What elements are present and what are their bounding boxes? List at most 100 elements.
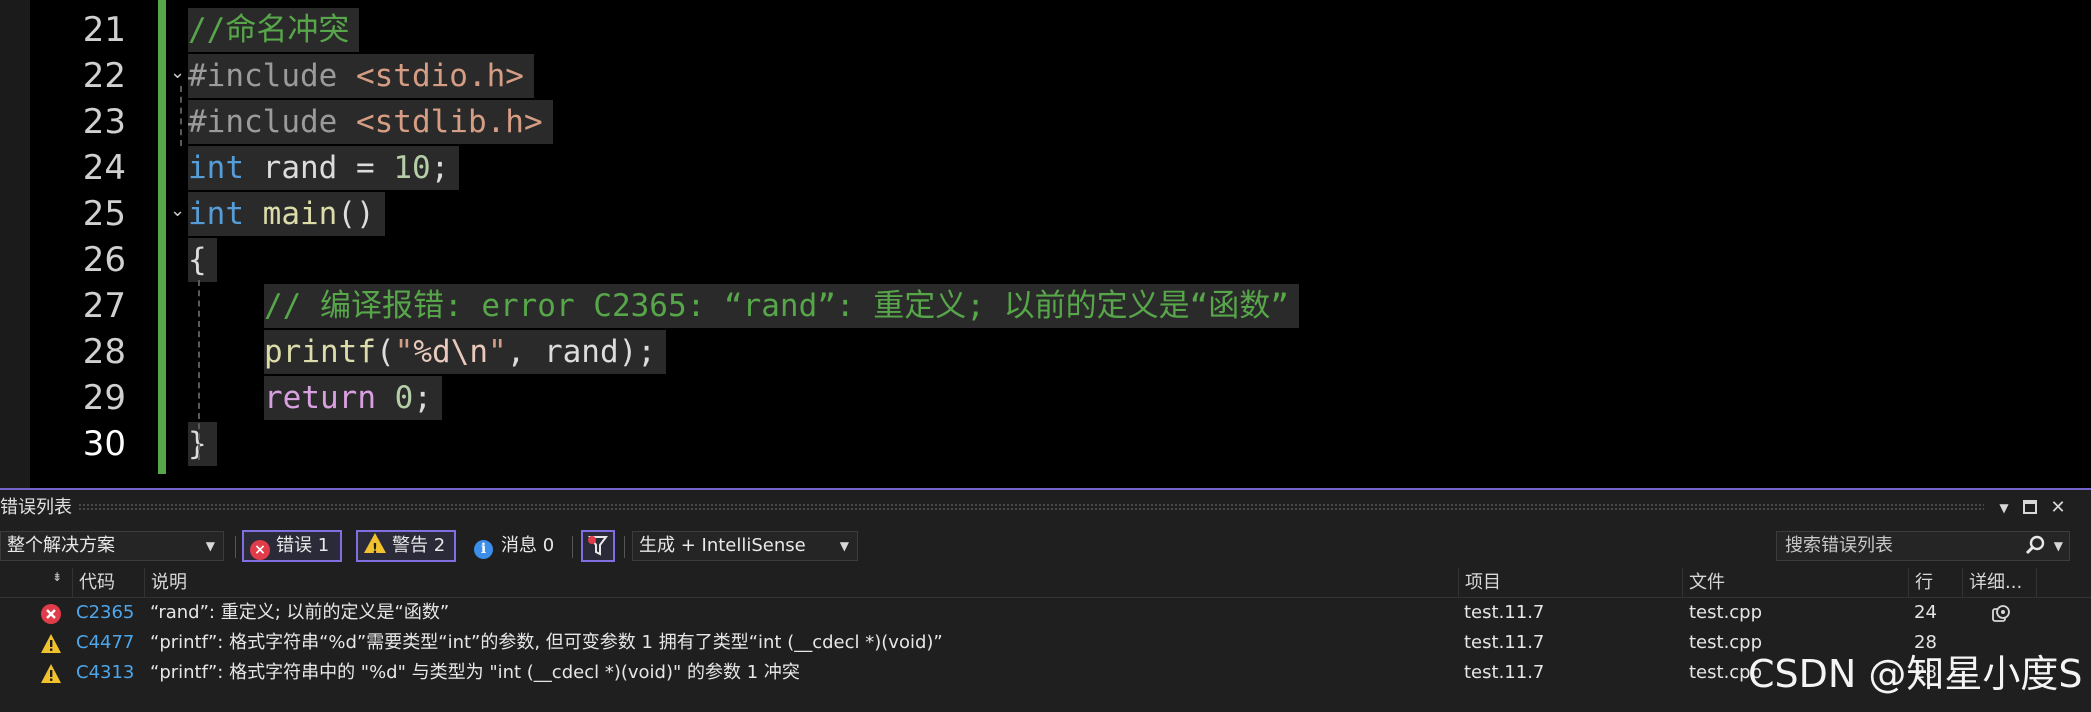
column-header-filler (2036, 568, 2091, 598)
warning-project: test.11.7 (1464, 662, 1545, 683)
code-token: <stdio.h> (355, 58, 524, 94)
error-code-link[interactable]: C2365 (76, 598, 134, 628)
error-icon (40, 603, 62, 629)
line-number: 23 (82, 102, 126, 142)
warning-code-link[interactable]: C4477 (76, 628, 134, 658)
fold-chevron-icon[interactable]: ⌄ (170, 63, 185, 83)
code-text[interactable]: return 0; (264, 376, 442, 420)
show-details-icon[interactable] (1990, 603, 2012, 629)
warning-icon (40, 663, 62, 689)
code-token: 10 (393, 150, 431, 186)
toolbar-separator (624, 536, 625, 558)
table-header: ⇟ 代码 说明 项目 文件 行 详细... (0, 568, 2091, 598)
code-line[interactable]: 26 { (0, 237, 2091, 283)
code-text[interactable]: printf("%d\n", rand); (264, 330, 666, 374)
build-filter-dropdown[interactable]: 生成 + IntelliSense ▼ (632, 531, 858, 561)
code-editor[interactable]: 21 //命名冲突 22 ⌄ #include <stdio.h> 23 #in… (0, 0, 2091, 488)
code-token: () (337, 196, 375, 232)
build-filter-value: 生成 + IntelliSense (639, 535, 806, 556)
code-line[interactable]: 23 #include <stdlib.h> (0, 99, 2091, 145)
filter-funnel-button[interactable] (581, 530, 615, 562)
code-line[interactable]: 21 //命名冲突 (0, 7, 2091, 53)
column-header-project[interactable]: 项目 (1458, 568, 1682, 598)
scope-dropdown[interactable]: 整个解决方案 ▼ (0, 531, 224, 561)
panel-title-bar[interactable]: 错误列表 ▼ ✕ (0, 490, 2091, 526)
code-text[interactable]: #include <stdlib.h> (188, 100, 553, 144)
code-token: { (188, 242, 207, 278)
column-header-line[interactable]: 行 (1908, 568, 1962, 598)
error-file: test.cpp (1689, 602, 1763, 623)
scope-guide (180, 86, 182, 146)
warnings-label: 警告 2 (392, 535, 446, 556)
line-number: 30 (82, 424, 126, 464)
code-text[interactable]: } (188, 422, 217, 466)
warning-project: test.11.7 (1464, 632, 1545, 653)
toolbar-separator (572, 536, 573, 558)
search-icon[interactable] (2025, 535, 2045, 564)
close-icon[interactable]: ✕ (2046, 496, 2070, 520)
code-line[interactable]: 22 ⌄ #include <stdio.h> (0, 53, 2091, 99)
code-token: %d\n (413, 334, 488, 370)
column-header-severity[interactable]: ⇟ (0, 568, 72, 598)
column-header-description[interactable]: 说明 (144, 568, 1458, 598)
scope-value: 整个解决方案 (7, 535, 115, 556)
code-line[interactable]: 30 } (0, 421, 2091, 467)
code-text[interactable]: { (188, 238, 217, 282)
code-token: printf (264, 334, 376, 370)
line-number: 21 (82, 10, 126, 50)
code-text[interactable]: int rand = 10; (188, 146, 460, 190)
warnings-filter-button[interactable]: 警告 2 (356, 530, 456, 564)
error-list-toolbar: 整个解决方案 ▼ × 错误 1 警告 2 i 消息 0 生成 + IntelliSe… (0, 526, 2091, 568)
code-text[interactable]: //命名冲突 (188, 8, 360, 52)
code-token: #include (188, 104, 356, 140)
line-number: 27 (82, 286, 126, 326)
warning-code-link[interactable]: C4313 (76, 658, 134, 688)
indent-guide (198, 280, 200, 460)
code-text[interactable]: int main() (188, 192, 385, 236)
warning-icon (40, 633, 62, 659)
code-line[interactable]: 29 return 0; (0, 375, 2091, 421)
code-token: " (487, 334, 507, 370)
funnel-icon (588, 536, 608, 556)
window-menu-icon[interactable]: ▼ (1992, 496, 2016, 520)
warning-description: “printf”: 格式字符串“%d”需要类型“int”的参数, 但可变参数 1… (150, 632, 943, 653)
column-header-code[interactable]: 代码 (72, 568, 144, 598)
column-header-details[interactable]: 详细... (1962, 568, 2036, 598)
code-line[interactable]: 27 // 编译报错: error C2365: “rand”: 重定义; 以前… (0, 283, 2091, 329)
code-token: " (394, 334, 414, 370)
errors-filter-button[interactable]: × 错误 1 (242, 530, 342, 562)
code-token: main (262, 196, 338, 232)
error-line: 24 (1914, 602, 1937, 623)
error-description: “rand”: 重定义; 以前的定义是“函数” (150, 602, 450, 623)
line-number: 29 (82, 378, 126, 418)
error-icon: × (250, 540, 270, 560)
line-number: 25 (82, 194, 126, 234)
code-token: , rand); (506, 334, 656, 370)
code-text[interactable]: #include <stdio.h> (188, 54, 534, 98)
watermark: CSDN @知星小度S (1748, 652, 2083, 696)
title-grip[interactable] (78, 503, 1984, 512)
code-token: int (188, 196, 244, 232)
line-number: 24 (82, 148, 126, 188)
code-line[interactable]: 25 ⌄ int main() (0, 191, 2091, 237)
code-text[interactable]: // 编译报错: error C2365: “rand”: 重定义; 以前的定义… (264, 284, 1299, 328)
table-row[interactable]: C2365 “rand”: 重定义; 以前的定义是“函数” test.11.7 … (0, 598, 2091, 628)
code-token: ; (413, 380, 432, 416)
code-line[interactable]: 28 printf("%d\n", rand); (0, 329, 2091, 375)
fold-chevron-icon[interactable]: ⌄ (170, 201, 185, 221)
panel-title: 错误列表 (0, 497, 72, 518)
messages-label: 消息 0 (501, 535, 555, 556)
search-input[interactable]: 搜索错误列表 ▼ (1776, 531, 2070, 561)
code-token: rand = (244, 150, 394, 186)
chevron-down-icon: ▼ (839, 539, 849, 553)
code-token: ( (375, 334, 395, 370)
warning-description: “printf”: 格式字符串中的 "%d" 与类型为 "int (__cdec… (150, 662, 800, 683)
chevron-down-icon[interactable]: ▼ (2054, 532, 2063, 560)
maximize-icon[interactable] (2018, 496, 2042, 520)
code-token: // 编译报错: error C2365: “rand”: 重定义; 以前的定义… (264, 288, 1289, 324)
error-project: test.11.7 (1464, 602, 1545, 623)
code-line[interactable]: 24 int rand = 10; (0, 145, 2091, 191)
messages-filter-button[interactable]: i 消息 0 (474, 530, 554, 562)
errors-label: 错误 1 (276, 535, 330, 556)
column-header-file[interactable]: 文件 (1682, 568, 1908, 598)
